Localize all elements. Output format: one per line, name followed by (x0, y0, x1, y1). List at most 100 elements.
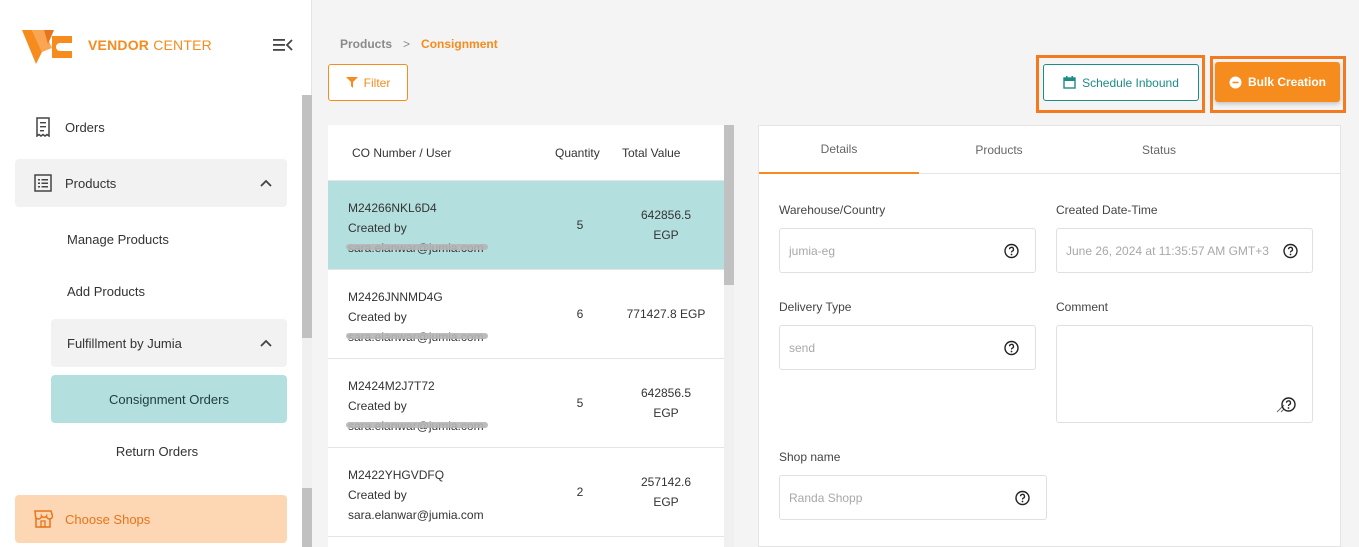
sidebar-item-label: Fulfillment by Jumia (67, 335, 182, 351)
co-number: M2426JNNMD4G (348, 290, 443, 304)
created-value: June 26, 2024 at 11:35:57 AM GMT+3 (1066, 243, 1269, 258)
co-number: M24266NKL6D4 (348, 201, 437, 215)
co-cell: M2422YHGVDFQ Created by sara.elanwar@jum… (348, 465, 484, 525)
sidebar-item-orders[interactable]: Orders (15, 103, 287, 151)
sidebar-scrollbar-thumb-lower (302, 488, 312, 547)
value-amount: 642856.5 (640, 386, 692, 400)
column-co-number[interactable]: CO Number / User (352, 146, 451, 160)
tab-products[interactable]: Products (919, 126, 1079, 174)
sidebar-item-return-orders[interactable]: Return Orders (39, 427, 275, 475)
sidebar: VENDOR CENTER Orders Products Manage Pro… (0, 0, 312, 547)
creator-email: sara.elanwar@jumia.com (346, 327, 488, 347)
created-by-label: Created by (348, 488, 407, 502)
sidebar-item-choose-shops[interactable]: Choose Shops (15, 495, 287, 543)
list-item[interactable]: M2422YHGVDFQ Created by sara.elanwar@jum… (328, 448, 734, 537)
brand-name: VENDOR CENTER (88, 37, 212, 53)
quantity-cell: 5 (576, 396, 584, 410)
quantity-cell: 2 (576, 485, 584, 499)
sidebar-item-label: Choose Shops (65, 511, 151, 527)
warehouse-value: jumia-eg (789, 243, 836, 258)
value-amount: 257142.6 (640, 475, 692, 489)
store-icon (33, 509, 53, 529)
sidebar-item-label: Products (65, 175, 117, 191)
sidebar-item-label: Add Products (67, 283, 146, 299)
delivery-label: Delivery Type (779, 300, 852, 314)
bulk-creation-label: Bulk Creation (1247, 75, 1326, 89)
plus-circle-icon (1229, 76, 1242, 88)
creator-email: sara.elanwar@jumia.com (346, 238, 488, 258)
quantity-cell: 6 (576, 307, 584, 321)
co-cell: M2426JNNMD4G Created by sara.elanwar@jum… (346, 287, 488, 347)
value-amount: 771427.8 EGP (626, 307, 706, 321)
sidebar-item-products[interactable]: Products (15, 159, 287, 207)
created-field[interactable]: June 26, 2024 at 11:35:57 AM GMT+3 (1056, 228, 1313, 273)
delivery-field[interactable]: send (779, 325, 1036, 370)
help-icon[interactable] (1283, 243, 1298, 258)
shop-field[interactable]: Randa Shopp (779, 475, 1047, 520)
value-cell: 771427.8 EGP (606, 270, 726, 358)
shop-label: Shop name (779, 450, 841, 464)
chevron-up-icon (260, 339, 272, 347)
column-total-value[interactable]: Total Value (622, 146, 680, 160)
creator-email: sara.elanwar@jumia.com (348, 508, 484, 522)
help-icon[interactable] (1281, 397, 1296, 412)
tab-status[interactable]: Status (1079, 126, 1239, 174)
filter-button[interactable]: Filter (328, 64, 408, 101)
collapse-menu-icon[interactable] (272, 36, 294, 54)
breadcrumb: Products > Consignment (340, 37, 498, 51)
list-icon (33, 173, 53, 193)
chevron-up-icon (260, 179, 272, 187)
breadcrumb-separator: > (403, 37, 411, 51)
list-header: CO Number / User Quantity Total Value (328, 125, 734, 181)
help-icon[interactable] (1015, 490, 1030, 505)
details-tabs: Details Products Status (759, 126, 1340, 174)
delivery-value: send (789, 340, 816, 355)
sidebar-scrollbar-thumb[interactable] (302, 95, 312, 338)
breadcrumb-products[interactable]: Products (340, 37, 392, 51)
schedule-inbound-button[interactable]: Schedule Inbound (1043, 64, 1199, 101)
value-cell: 642856.5 EGP (606, 359, 726, 447)
sidebar-item-add-products[interactable]: Add Products (51, 267, 287, 315)
sidebar-item-label: Orders (65, 119, 105, 135)
list-item[interactable]: M2424M2J7T72 Created by sara.elanwar@jum… (328, 359, 734, 448)
co-number: M2424M2J7T72 (348, 379, 435, 393)
value-currency: EGP (653, 495, 679, 509)
shop-value: Randa Shopp (789, 490, 863, 505)
warehouse-label: Warehouse/Country (779, 203, 886, 217)
list-scrollbar-thumb[interactable] (724, 125, 734, 285)
co-cell: M24266NKL6D4 Created by sara.elanwar@jum… (346, 198, 488, 258)
co-cell: M2424M2J7T72 Created by sara.elanwar@jum… (346, 376, 488, 436)
calendar-icon (1063, 76, 1076, 89)
value-cell: 642856.5 EGP (606, 181, 726, 269)
sidebar-item-consignment-orders[interactable]: Consignment Orders (51, 375, 287, 423)
help-icon[interactable] (1004, 340, 1019, 355)
breadcrumb-current: Consignment (421, 37, 498, 51)
filter-label: Filter (363, 75, 391, 90)
schedule-inbound-label: Schedule Inbound (1082, 75, 1179, 90)
sidebar-item-label: Return Orders (115, 443, 199, 459)
created-by-label: Created by (348, 399, 407, 413)
sidebar-item-label: Manage Products (67, 231, 169, 247)
sidebar-item-manage-products[interactable]: Manage Products (51, 215, 287, 263)
bulk-creation-button[interactable]: Bulk Creation (1215, 62, 1340, 102)
creator-email: sara.elanwar@jumia.com (346, 416, 488, 436)
column-quantity[interactable]: Quantity (555, 146, 600, 160)
sidebar-item-label: Consignment Orders (109, 391, 229, 407)
comment-textarea[interactable] (1056, 325, 1313, 423)
created-label: Created Date-Time (1056, 203, 1158, 217)
value-cell: 257142.6 EGP (606, 448, 726, 536)
list-item[interactable]: M24266NKL6D4 Created by sara.elanwar@jum… (328, 181, 734, 270)
logo-mark-icon (22, 30, 72, 64)
sidebar-item-fulfillment[interactable]: Fulfillment by Jumia (51, 319, 287, 367)
list-item[interactable]: M2426JNNMD4G Created by sara.elanwar@jum… (328, 270, 734, 359)
help-icon[interactable] (1004, 243, 1019, 258)
tab-details[interactable]: Details (759, 126, 919, 174)
details-panel: Details Products Status Warehouse/Countr… (758, 125, 1341, 547)
consignment-list: CO Number / User Quantity Total Value M2… (328, 125, 734, 547)
receipt-icon (33, 117, 53, 137)
value-currency: EGP (653, 406, 679, 420)
quantity-cell: 5 (576, 218, 584, 232)
created-by-label: Created by (348, 221, 407, 235)
warehouse-field[interactable]: jumia-eg (779, 228, 1036, 273)
vendor-center-logo[interactable]: VENDOR CENTER (22, 26, 212, 64)
